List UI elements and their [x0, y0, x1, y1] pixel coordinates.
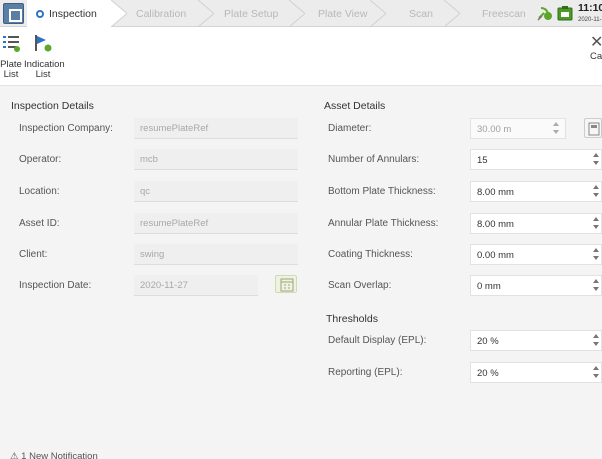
plate-list-label-line2: List — [3, 69, 19, 80]
up-down-arrows-icon[interactable] — [592, 152, 600, 166]
tab-plate-setup-label: Plate Setup — [224, 7, 279, 20]
coating-thickness-field[interactable]: 0.00 mm — [470, 244, 602, 265]
app-window-icon[interactable] — [3, 3, 24, 24]
up-down-arrows-icon[interactable] — [592, 247, 600, 261]
location-label: Location: — [19, 186, 60, 197]
up-down-arrows-icon[interactable] — [592, 333, 600, 347]
tab-separator-icon — [444, 0, 460, 27]
number-of-annulars-label: Number of Annulars: — [328, 154, 420, 165]
radio-dot-icon — [36, 9, 44, 18]
tab-scan[interactable]: Scan — [409, 0, 433, 27]
up-down-arrows-icon[interactable] — [592, 216, 600, 230]
up-down-arrows-icon[interactable] — [592, 365, 600, 379]
main-content: Inspection Details Inspection Company: r… — [0, 86, 602, 459]
operator-label: Operator: — [19, 154, 62, 165]
bottom-plate-thickness-field[interactable]: 8.00 mm — [470, 181, 602, 202]
inspection-company-label: Inspection Company: — [19, 123, 113, 134]
clock-date: 2020-11-27 — [578, 17, 602, 23]
inspection-company-field[interactable]: resumePlateRef — [134, 118, 298, 139]
battery-icon — [557, 6, 573, 21]
notification-bar[interactable]: ⚠ 1 New Notification — [10, 451, 98, 459]
annular-plate-thickness-field[interactable]: 8.00 mm — [470, 213, 602, 234]
calendar-button[interactable] — [275, 275, 297, 293]
warning-icon: ⚠ — [10, 451, 19, 459]
up-down-arrows-icon[interactable] — [592, 278, 600, 292]
tab-calibration[interactable]: Calibration — [136, 0, 186, 27]
tab-plate-setup[interactable]: Plate Setup — [224, 0, 278, 27]
flag-list-icon — [35, 35, 52, 52]
tab-scan-label: Scan — [409, 7, 433, 20]
tab-calibration-label: Calibration — [136, 7, 187, 20]
up-down-arrows-icon[interactable] — [592, 184, 600, 198]
default-display-label: Default Display (EPL): — [328, 335, 427, 346]
reporting-label: Reporting (EPL): — [328, 367, 403, 378]
coating-thickness-label: Coating Thickness: — [328, 249, 413, 260]
cancel-label: Ca — [590, 51, 602, 62]
clock: 11:10 2020-11-27 — [578, 2, 602, 26]
tab-separator-icon — [289, 0, 305, 27]
diameter-spinner-icon[interactable] — [552, 121, 560, 135]
calculator-icon — [588, 122, 600, 136]
calendar-icon — [280, 278, 294, 292]
inspection-date-field[interactable]: 2020-11-27 — [134, 275, 258, 296]
operator-field[interactable]: mcb — [134, 149, 298, 170]
tab-freescan-label: Freescan — [482, 7, 526, 20]
tab-plate-view[interactable]: Plate View — [318, 0, 367, 27]
notification-text: 1 New Notification — [21, 451, 98, 459]
client-field[interactable]: swing — [134, 244, 298, 265]
tab-separator-icon — [198, 0, 214, 27]
number-of-annulars-field[interactable]: 15 — [470, 149, 602, 170]
close-icon: ✕ — [590, 35, 602, 51]
tab-freescan[interactable]: Freescan — [482, 0, 526, 27]
satellite-icon — [537, 7, 552, 21]
scan-overlap-field[interactable]: 0 mm — [470, 275, 602, 296]
annular-plate-thickness-label: Annular Plate Thickness: — [328, 218, 439, 229]
asset-details-title: Asset Details — [324, 100, 386, 112]
calculator-button[interactable] — [584, 118, 602, 138]
asset-id-label: Asset ID: — [19, 218, 60, 229]
inspection-details-title: Inspection Details — [11, 100, 94, 112]
plate-list-button[interactable]: Plate List — [0, 33, 22, 80]
client-label: Client: — [19, 249, 48, 260]
location-field[interactable]: qc — [134, 181, 298, 202]
toolbar: Plate List Indication List ✕ Ca — [0, 27, 602, 86]
list-icon — [3, 36, 20, 52]
tab-separator-icon — [111, 0, 127, 27]
tab-plate-view-label: Plate View — [318, 7, 368, 20]
diameter-label: Diameter: — [328, 123, 372, 134]
top-navigation-bar: Inspection Calibration Plate Setup Plate… — [0, 0, 602, 27]
scan-overlap-label: Scan Overlap: — [328, 280, 392, 291]
asset-id-field[interactable]: resumePlateRef — [134, 213, 298, 234]
tab-inspection-label: Inspection — [49, 7, 97, 20]
clock-time: 11:10 — [578, 2, 602, 14]
bottom-plate-thickness-label: Bottom Plate Thickness: — [328, 186, 436, 197]
tab-separator-icon — [370, 0, 386, 27]
reporting-field[interactable]: 20 % — [470, 362, 602, 383]
tab-inspection[interactable]: Inspection — [27, 0, 111, 27]
cancel-button[interactable]: ✕ Ca — [590, 35, 602, 62]
indication-list-button[interactable]: Indication List — [24, 33, 65, 80]
thresholds-title: Thresholds — [326, 313, 378, 325]
inspection-date-label: Inspection Date: — [19, 280, 92, 291]
default-display-field[interactable]: 20 % — [470, 330, 602, 351]
indication-list-label-line2: List — [35, 69, 51, 80]
